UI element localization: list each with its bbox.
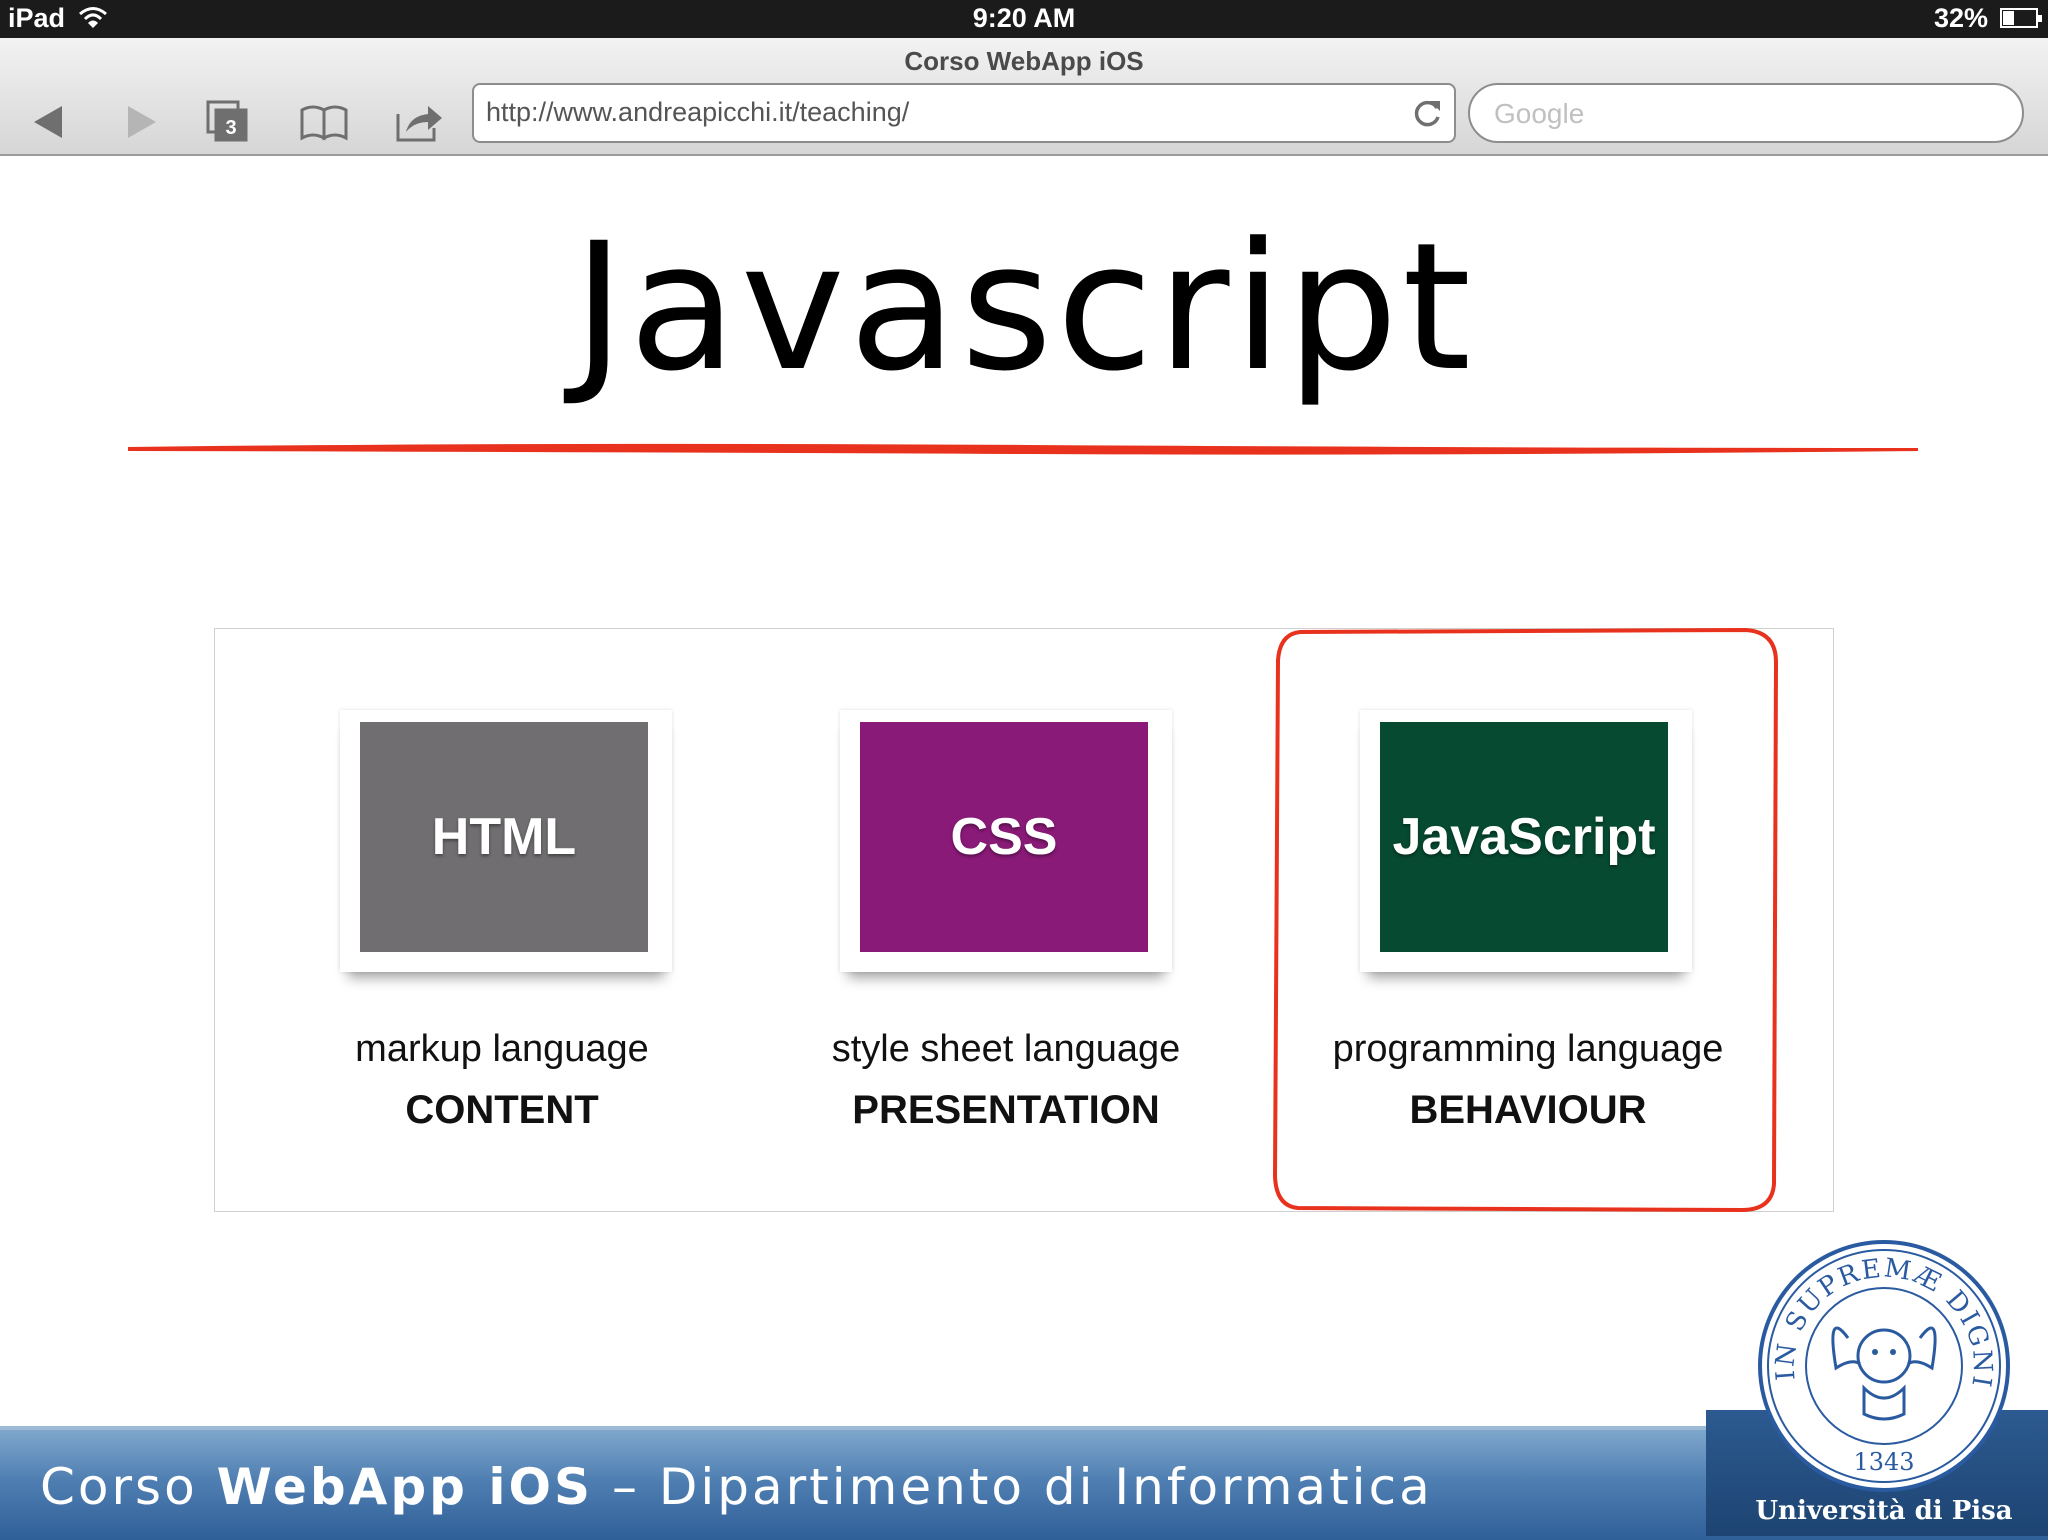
- search-field[interactable]: Google: [1468, 83, 2024, 143]
- address-bar[interactable]: http://www.andreapicchi.it/teaching/: [472, 83, 1456, 143]
- footer-course-prefix: Corso: [40, 1458, 198, 1516]
- battery-percent: 32%: [1933, 3, 1988, 33]
- clock: 9:20 AM: [972, 3, 1076, 33]
- footer-course-name: WebApp iOS: [216, 1458, 594, 1516]
- search-placeholder: Google: [1494, 98, 1585, 129]
- status-bar: iPad 9:20 AM 32%: [0, 0, 2048, 38]
- tabs-button[interactable]: 3: [200, 94, 256, 150]
- title-underline: [128, 443, 1918, 455]
- css-card: CSS: [840, 710, 1172, 972]
- browser-toolbar: Corso WebApp iOS 3 http://www.andreapicc…: [0, 38, 2048, 156]
- css-label: PRESENTATION: [852, 1088, 1160, 1132]
- url-text: http://www.andreapicchi.it/teaching/: [486, 97, 910, 127]
- javascript-highlight-box: [1272, 627, 1779, 1213]
- slide-title: Javascript: [572, 205, 1476, 410]
- tab-count: 3: [225, 117, 236, 139]
- tabs-icon: 3: [206, 100, 248, 142]
- footer-text: Corso WebApp iOS – Dipartimento di Infor…: [40, 1458, 1433, 1516]
- css-description: style sheet language: [831, 1028, 1181, 1070]
- html-tile: HTML: [360, 722, 648, 952]
- university-seal-logo: IN SUPREMÆ DIGNITATIS 1343: [1756, 1238, 2010, 1492]
- share-icon[interactable]: [390, 94, 446, 150]
- university-name: Università di Pisa: [1755, 1496, 2013, 1526]
- bookmarks-icon[interactable]: [296, 94, 352, 150]
- html-card: HTML: [340, 710, 672, 972]
- reload-icon[interactable]: [1408, 95, 1446, 133]
- battery-icon: [2000, 8, 2042, 28]
- forward-arrow-icon[interactable]: [112, 94, 168, 150]
- html-label: CONTENT: [405, 1088, 599, 1132]
- html-description: markup language: [355, 1028, 649, 1070]
- page-title: Corso WebApp iOS: [904, 46, 1144, 76]
- seal-year: 1343: [1853, 1448, 1914, 1476]
- css-tile: CSS: [860, 722, 1148, 952]
- back-arrow-icon[interactable]: [22, 94, 78, 150]
- footer-department: – Dipartimento di Informatica: [611, 1458, 1433, 1516]
